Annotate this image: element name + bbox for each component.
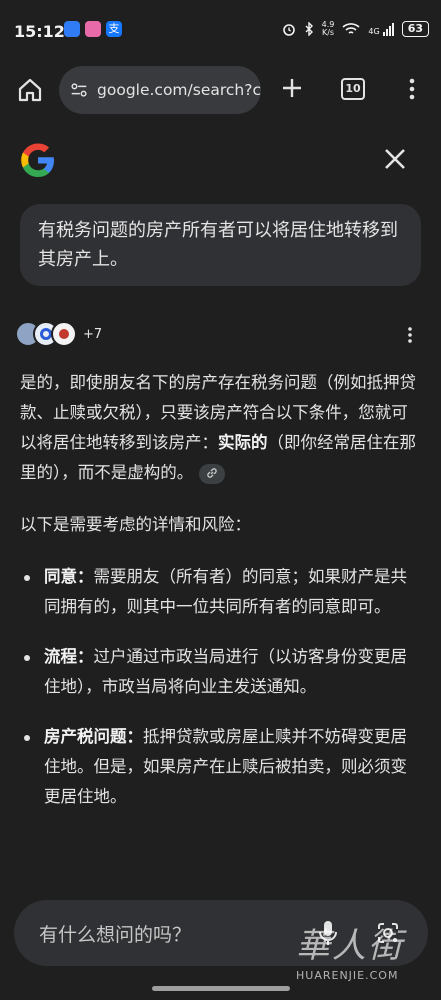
list-item: 流程：过户通过市政当局进行（以访客身份变更居住地），市政当局将向业主发送通知。 xyxy=(20,642,420,702)
network-speed: 4.9 K/s xyxy=(322,21,335,37)
list-item-label: 流程： xyxy=(44,647,94,666)
list-item-text: 需要朋友（所有者）的同意；如果财产是共同拥有的，则其中一位共同所有者的同意即可。 xyxy=(44,567,407,616)
ask-placeholder: 有什么想问的吗？ xyxy=(39,924,192,946)
more-options-button[interactable] xyxy=(404,325,416,345)
answer-intro-emphasis: 实际的 xyxy=(218,433,268,452)
alipay-app-icon: 支 xyxy=(106,21,122,37)
home-button[interactable] xyxy=(16,76,44,104)
gesture-nav-bar[interactable] xyxy=(152,986,290,991)
notification-icons: 支 xyxy=(64,21,122,37)
watermark-logo: 華人街 HUARENJIE.COM xyxy=(296,918,436,988)
browser-menu-button[interactable] xyxy=(400,76,424,102)
sources-row[interactable]: +7 xyxy=(15,320,102,348)
link-icon xyxy=(207,468,217,478)
browser-toolbar: google.com/search?c 10 xyxy=(0,62,441,118)
list-item: 房产税问题：抵押贷款或房屋止赎并不妨碍变更居住地。但是，如果房产在止赎后被拍卖，… xyxy=(20,722,420,812)
list-item-label: 房产税问题： xyxy=(44,727,143,746)
close-icon[interactable] xyxy=(381,145,409,173)
tab-switcher-button[interactable]: 10 xyxy=(341,78,365,100)
alarm-icon xyxy=(282,24,295,36)
signal-label: 4G xyxy=(368,26,380,36)
answer-body: 是的，即使朋友名下的房产存在税务问题（例如抵押贷款、止赎或欠税），只要该房产符合… xyxy=(20,368,420,832)
network-speed-unit: K/s xyxy=(321,28,335,37)
cell-signal-icon: 4G xyxy=(368,22,394,36)
battery-indicator: 63 xyxy=(401,21,429,37)
source-link-button[interactable] xyxy=(199,463,226,484)
list-item-text: 过户通过市政当局进行（以访客身份变更居住地），市政当局将向业主发送通知。 xyxy=(44,647,407,696)
messaging-app-icon xyxy=(64,21,80,37)
sources-count[interactable]: +7 xyxy=(83,327,102,342)
status-time: 15:12 xyxy=(14,22,65,41)
query-bubble: 有税务问题的房产所有者可以将居住地转移到其房产上。 xyxy=(20,204,421,286)
wifi-icon xyxy=(342,23,360,34)
system-status: 4.9 K/s 4G 63 xyxy=(282,21,429,37)
details-heading: 以下是需要考虑的详情和风险： xyxy=(20,515,251,534)
list-item-label: 同意： xyxy=(44,567,94,586)
ai-overview-panel: 有税务问题的房产所有者可以将居住地转移到其房产上。 +7 是的，即使朋友名下的房… xyxy=(0,118,441,1000)
site-settings-icon[interactable] xyxy=(69,79,89,101)
watermark-text-en: HUARENJIE.COM xyxy=(296,969,399,982)
answer-intro: 是的，即使朋友名下的房产存在税务问题（例如抵押贷款、止赎或欠税），只要该房产符合… xyxy=(20,368,420,488)
watermark-text-cn: 華人街 xyxy=(296,926,404,966)
bluetooth-icon xyxy=(305,22,313,36)
source-favicon[interactable] xyxy=(51,321,77,347)
new-tab-button[interactable] xyxy=(280,76,304,100)
google-logo xyxy=(21,143,54,177)
list-item: 同意：需要朋友（所有者）的同意；如果财产是共同拥有的，则其中一位共同所有者的同意… xyxy=(20,562,420,622)
store-app-icon xyxy=(85,21,101,37)
address-url: google.com/search?c xyxy=(97,81,261,99)
address-bar[interactable]: google.com/search?c xyxy=(59,66,261,114)
status-bar: 15:12 支 4.9 K/s 4G 63 xyxy=(0,0,441,62)
details-list: 同意：需要朋友（所有者）的同意；如果财产是共同拥有的，则其中一位共同所有者的同意… xyxy=(20,562,420,812)
